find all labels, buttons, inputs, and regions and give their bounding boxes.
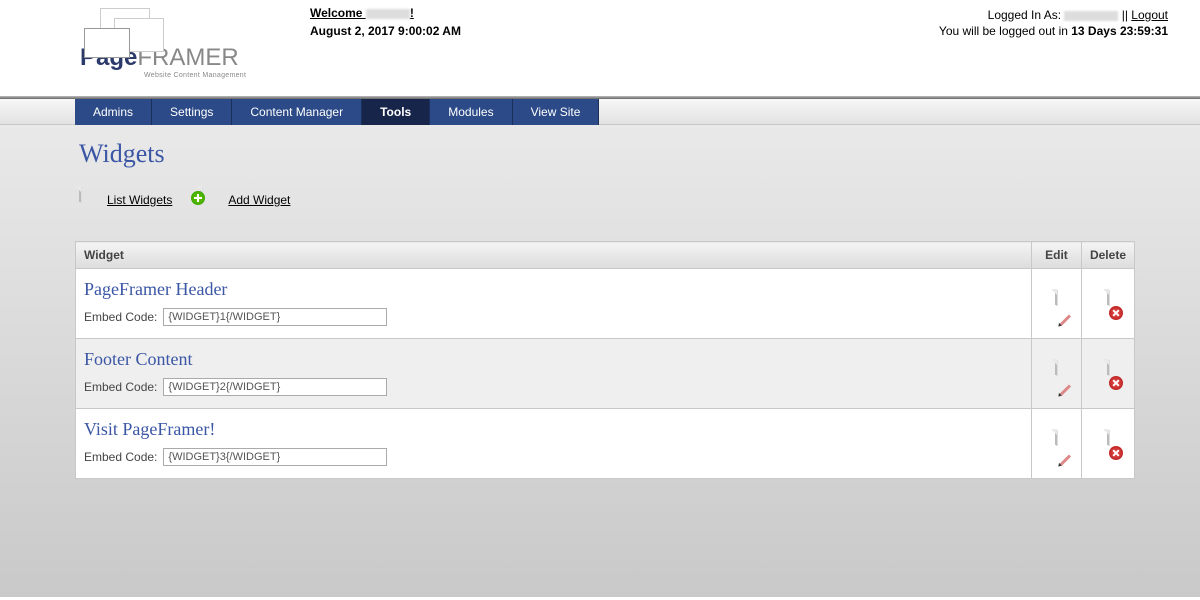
delete-icon [1109,306,1123,320]
document-plus-icon [200,186,202,202]
action-row: List Widgets Add Widget [75,187,1135,213]
document-delete-icon [1107,429,1109,445]
delete-icon [1109,446,1123,460]
embed-label: Embed Code: [84,450,157,464]
widget-name[interactable]: Visit PageFramer! [84,419,1023,440]
table-row: Visit PageFramer! Embed Code: [76,409,1135,479]
document-delete-icon [1107,359,1109,375]
pencil-icon [1060,454,1071,465]
embed-label: Embed Code: [84,380,157,394]
list-widgets-label: List Widgets [107,193,172,207]
nav-modules[interactable]: Modules [430,99,512,125]
add-widget-label: Add Widget [228,193,290,207]
logo: PageFRAMER Website Content Management [80,4,310,79]
welcome-prefix: Welcome [310,6,366,20]
welcome-username [366,9,410,19]
widgets-table: Widget Edit Delete PageFramer Header Emb… [75,241,1135,479]
logout-link[interactable]: Logout [1131,8,1168,22]
page-title: Widgets [75,125,1135,187]
list-widgets-link[interactable]: List Widgets [79,187,172,213]
pencil-icon [1060,314,1071,325]
datetime: August 2, 2017 9:00:02 AM [310,24,939,38]
widget-name[interactable]: PageFramer Header [84,279,1023,300]
countdown-prefix: You will be logged out in [939,24,1071,38]
header: PageFRAMER Website Content Management We… [0,0,1200,96]
add-widget-link[interactable]: Add Widget [200,187,290,213]
edit-button[interactable] [1045,360,1067,386]
logged-in-label: Logged In As: [988,8,1065,22]
embed-label: Embed Code: [84,310,157,324]
nav-admins[interactable]: Admins [75,99,152,125]
document-edit-icon [1055,359,1057,375]
nav-settings[interactable]: Settings [152,99,232,125]
col-edit: Edit [1031,242,1081,269]
widget-name[interactable]: Footer Content [84,349,1023,370]
nav-content-manager[interactable]: Content Manager [232,99,362,125]
nav-tools[interactable]: Tools [362,99,430,125]
welcome-suffix: ! [410,6,414,20]
delete-button[interactable] [1097,430,1119,456]
delete-button[interactable] [1097,290,1119,316]
embed-code-input[interactable] [163,308,387,326]
embed-code-input[interactable] [163,448,387,466]
login-separator: || [1118,8,1131,22]
plus-icon [191,191,205,205]
logged-in-username [1064,11,1118,21]
document-edit-icon [1055,289,1057,305]
table-row: Footer Content Embed Code: [76,339,1135,409]
nav-view-site[interactable]: View Site [513,99,600,125]
countdown-line: You will be logged out in 13 Days 23:59:… [939,24,1168,38]
countdown-value: 13 Days 23:59:31 [1071,24,1168,38]
delete-button[interactable] [1097,360,1119,386]
document-delete-icon [1107,289,1109,305]
col-widget: Widget [76,242,1032,269]
pencil-icon [1060,384,1071,395]
logo-subtitle: Website Content Management [144,72,310,79]
embed-code-input[interactable] [163,378,387,396]
document-icon [79,186,81,202]
edit-button[interactable] [1045,290,1067,316]
col-delete: Delete [1081,242,1134,269]
login-status-line: Logged In As: || Logout [939,8,1168,22]
welcome-line: Welcome ! [310,6,939,20]
delete-icon [1109,376,1123,390]
edit-button[interactable] [1045,430,1067,456]
document-edit-icon [1055,429,1057,445]
navbar: Admins Settings Content Manager Tools Mo… [0,99,1200,125]
table-row: PageFramer Header Embed Code: [76,269,1135,339]
